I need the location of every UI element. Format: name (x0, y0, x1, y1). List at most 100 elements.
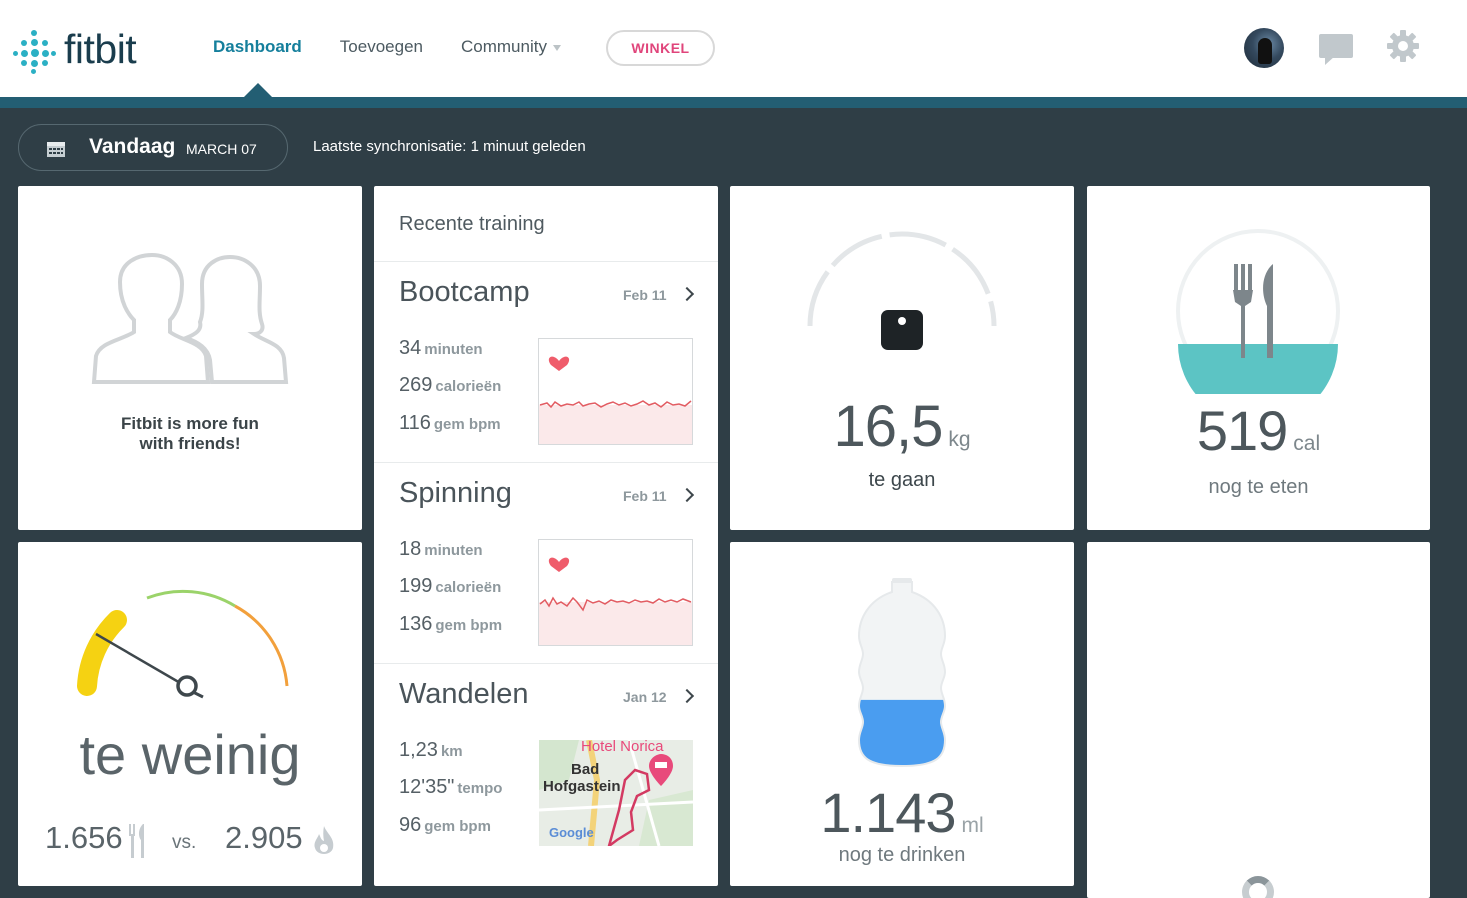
weight-tile[interactable]: 16,5 kg te gaan (730, 186, 1074, 530)
flame-icon (314, 826, 334, 854)
heart-rate-chart[interactable] (538, 539, 693, 646)
map-provider-logo: Google (549, 825, 594, 840)
food-label: nog te eten (1208, 476, 1309, 498)
date-selector[interactable]: Vandaag MARCH 07 (18, 124, 288, 171)
heart-rate-chart[interactable] (538, 338, 693, 445)
route-map[interactable]: Hotel Norica Bad Hofgastein Google (539, 740, 693, 846)
stat-unit: calorieën (435, 378, 502, 395)
calorie-balance-gauge (77, 589, 289, 699)
chevron-right-icon[interactable] (679, 487, 695, 503)
stat-value: 199 (399, 575, 433, 597)
stat-calories: 199 calorieën (399, 575, 501, 598)
gear-icon[interactable] (1386, 29, 1420, 63)
loading-spinner-icon (1242, 876, 1274, 898)
stat-unit: calorieën (435, 579, 502, 596)
weight-value: 16,5 kg (730, 393, 1074, 460)
exercise-name: Bootcamp (399, 276, 530, 308)
loading-tile (1087, 542, 1430, 898)
food-value: 519 cal (1087, 398, 1430, 463)
calorie-balance-status: te weinig (79, 723, 301, 786)
main-nav: Dashboard Toevoegen Community (213, 37, 599, 57)
stat-unit: minuten (424, 542, 483, 559)
stat-calories: 269 calorieën (399, 374, 501, 397)
stat-unit: gem bpm (424, 818, 491, 835)
heart-icon (548, 557, 570, 572)
active-nav-pointer (244, 83, 272, 97)
water-unit: ml (961, 814, 984, 837)
food-unit: cal (1293, 432, 1321, 455)
fitbit-logo[interactable]: fitbit (12, 26, 137, 74)
stat-value: 12'35" (399, 776, 455, 798)
exercise-date: Jan 12 (623, 689, 667, 705)
store-button[interactable]: WINKEL (606, 30, 715, 66)
divider (374, 261, 718, 262)
food-tile[interactable]: 519 cal nog te eten (1087, 186, 1430, 530)
friends-message: Fitbit is more fun with friends! (18, 414, 362, 454)
stat-unit: gem bpm (433, 416, 501, 433)
accent-bar (0, 97, 1467, 108)
water-number: 1.143 (820, 781, 956, 844)
weight-unit: kg (948, 428, 971, 451)
friends-tile[interactable]: Fitbit is more fun with friends! (18, 186, 362, 530)
stat-value: 34 (399, 337, 422, 359)
heart-icon (548, 356, 570, 371)
food-number: 519 (1196, 399, 1288, 462)
stat-unit: gem bpm (435, 617, 503, 634)
top-navigation: fitbit Dashboard Toevoegen Community WIN… (0, 0, 1467, 97)
friends-message-line2: with friends! (139, 434, 241, 453)
stat-value: 1,23 (399, 739, 438, 761)
fork-knife-icon (129, 824, 144, 858)
chevron-down-icon (552, 44, 561, 51)
map-town-line1: Bad (571, 761, 600, 778)
stat-bpm: 116 gem bpm (399, 412, 501, 435)
chevron-right-icon[interactable] (679, 286, 695, 302)
friends-icon (91, 252, 289, 384)
stat-value: 136 (399, 613, 433, 635)
stat-unit: tempo (457, 780, 503, 797)
fitbit-logo-icon (12, 28, 56, 74)
stat-unit: minuten (424, 341, 483, 358)
chat-icon[interactable] (1319, 34, 1353, 65)
stat-bpm: 136 gem bpm (399, 613, 502, 636)
exercise-date: Feb 11 (623, 488, 667, 504)
stat-pace: 12'35" tempo (399, 776, 502, 799)
avatar[interactable] (1244, 28, 1284, 68)
scale-icon (881, 310, 923, 350)
water-tile[interactable]: 1.143 ml nog te drinken (730, 542, 1074, 886)
date-today-label: Vandaag (89, 135, 176, 158)
water-label: nog te drinken (838, 844, 966, 866)
recent-training-title: Recente training (399, 213, 545, 235)
weight-label: te gaan (868, 469, 936, 491)
stat-distance: 1,23 km (399, 739, 463, 762)
logo-text: fitbit (64, 26, 137, 72)
stat-value: 116 (399, 412, 431, 434)
nav-dashboard[interactable]: Dashboard (213, 37, 302, 57)
divider (374, 663, 718, 664)
nav-community[interactable]: Community (461, 37, 561, 57)
chevron-right-icon[interactable] (679, 688, 695, 704)
stat-duration: 18 minuten (399, 538, 483, 561)
calories-in-value: 1.656 (45, 820, 123, 855)
weight-number: 16,5 (833, 394, 943, 459)
exercise-name: Spinning (399, 477, 512, 509)
calorie-balance-vs: vs. (172, 832, 197, 853)
calorie-balance-values: 1.656 vs. 2.905 (45, 820, 345, 860)
stat-bpm: 96 gem bpm (399, 814, 491, 837)
calories-out-value: 2.905 (225, 820, 303, 855)
stat-value: 96 (399, 814, 422, 836)
sync-status: Laatste synchronisatie: 1 minuut geleden (313, 138, 586, 155)
exercise-name: Wandelen (399, 678, 529, 710)
date-value: MARCH 07 (186, 141, 257, 157)
nav-toevoegen[interactable]: Toevoegen (340, 37, 423, 57)
calorie-balance-tile[interactable]: te weinig 1.656 vs. 2.905 (18, 542, 362, 886)
divider (374, 462, 718, 463)
map-poi-label: Hotel Norica (581, 740, 664, 755)
exercise-date: Feb 11 (623, 287, 667, 303)
water-bottle-icon (857, 578, 947, 768)
nav-community-label: Community (460, 37, 547, 56)
stat-value: 269 (399, 374, 433, 396)
stat-duration: 34 minuten (399, 337, 483, 360)
calendar-icon (47, 142, 65, 157)
water-value: 1.143 ml (730, 780, 1074, 845)
stat-unit: km (440, 743, 463, 760)
